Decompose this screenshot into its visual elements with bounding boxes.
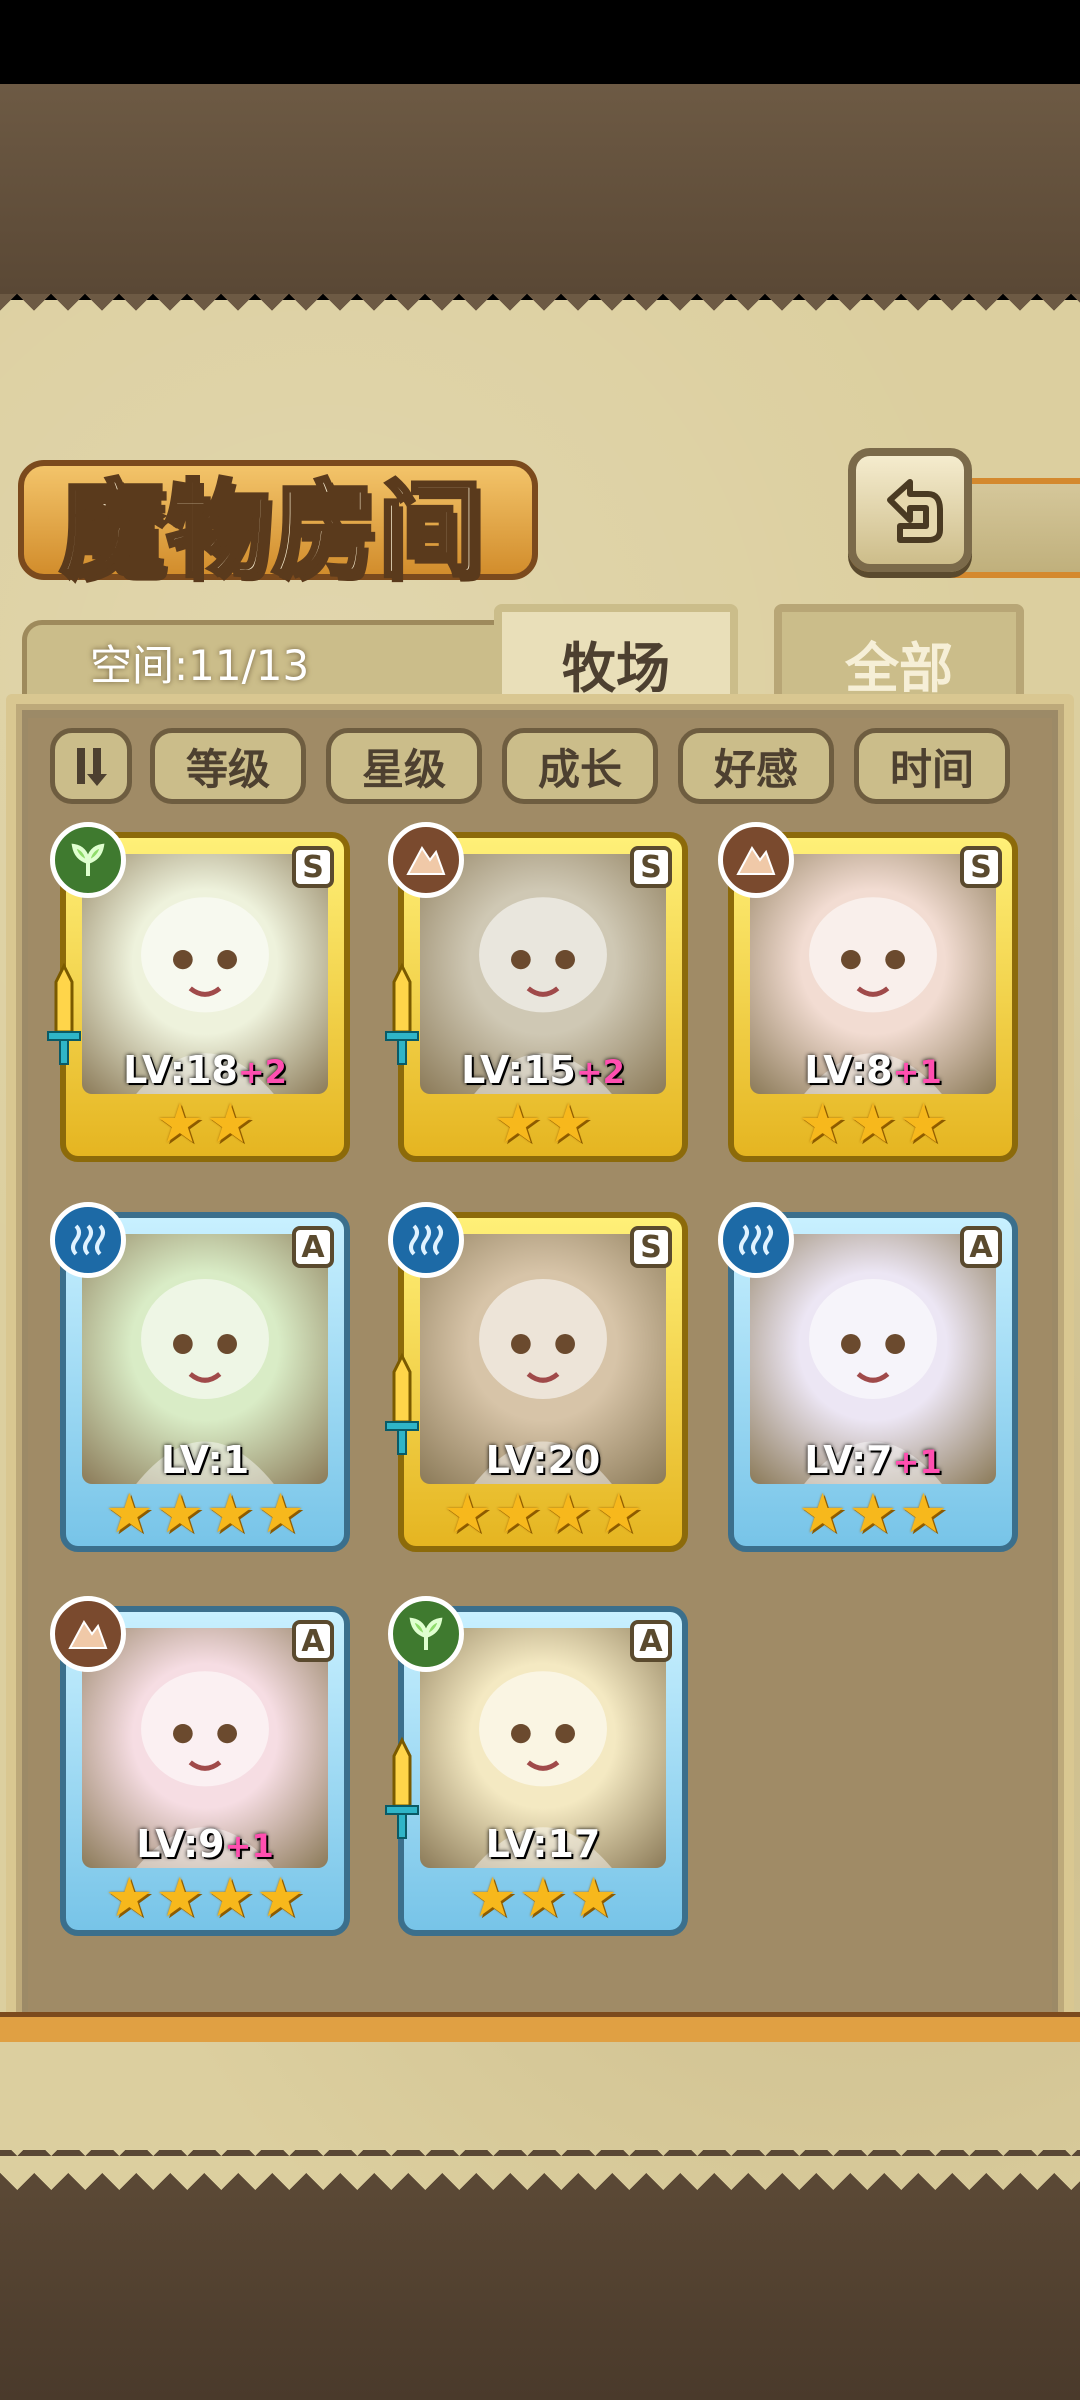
screen: 魔物房间 空间:11/13 牧场 全部 等级 星级 成长 好感 时间 S LV:1… [0,0,1080,2400]
water-element-icon [718,1202,794,1278]
star-icon: ★ [105,1866,154,1929]
level-text: LV:9 [136,1822,225,1866]
level-bonus: +2 [575,1053,625,1091]
rank-badge: A [630,1620,672,1662]
rank-badge: A [292,1620,334,1662]
star-icon: ★ [544,1092,593,1155]
star-icon: ★ [518,1866,568,1929]
star-rating: ★ ★ ★ [398,1868,688,1928]
sort-time-button[interactable]: 时间 [854,728,1010,804]
star-icon: ★ [569,1866,618,1929]
rank-badge: A [292,1226,334,1268]
sort-order-icon [77,748,107,786]
star-icon: ★ [798,1092,847,1155]
grass-element-icon [50,822,126,898]
monster-card[interactable]: S LV:18+2 ★ ★ [47,822,350,1162]
level-text: LV:1 [160,1438,250,1482]
rank-badge: S [960,846,1002,888]
star-icon: ★ [848,1092,898,1155]
sort-order-button[interactable] [50,728,132,804]
monster-level: LV:15+2 [398,1048,688,1092]
star-icon: ★ [443,1482,492,1545]
space-counter: 空间:11/13 [90,641,310,690]
monster-level: LV:9+1 [60,1822,350,1866]
rank-badge: S [292,846,334,888]
level-bonus: +1 [892,1053,942,1091]
star-icon: ★ [105,1482,154,1545]
water-element-icon [50,1202,126,1278]
monster-level: LV:20 [398,1438,688,1482]
sort-level-button[interactable]: 等级 [150,728,306,804]
level-bonus: +2 [237,1053,287,1091]
rank-badge: A [960,1226,1002,1268]
background-top [0,84,1080,294]
level-text: LV:17 [485,1822,601,1866]
back-arrow-icon [887,479,943,543]
level-text: LV:18 [123,1048,238,1092]
sort-affection-button[interactable]: 好感 [678,728,834,804]
background-bottom [0,2190,1080,2400]
rank-badge: S [630,1226,672,1268]
rock-element-icon [50,1596,126,1672]
star-icon: ★ [493,1092,542,1155]
star-icon: ★ [155,1092,204,1155]
monster-card[interactable]: A LV:7+1 ★ ★ ★ [718,1202,1018,1552]
monster-level: LV:8+1 [728,1048,1018,1092]
star-icon: ★ [206,1092,255,1155]
level-bonus: +1 [224,1827,274,1865]
panel-bottom-bar [0,2012,1080,2042]
grass-element-icon [388,1596,464,1672]
monster-card[interactable]: A LV:17 ★ ★ ★ [385,1596,688,1936]
monster-level: LV:1 [60,1438,350,1482]
star-icon: ★ [544,1482,593,1545]
zigzag-border-top [0,294,1080,328]
sort-growth-button[interactable]: 成长 [502,728,658,804]
star-icon: ★ [848,1482,898,1545]
monster-card[interactable]: S LV:15+2 ★ ★ [385,822,688,1162]
star-icon: ★ [594,1482,643,1545]
star-rating: ★ ★ ★ [728,1484,1018,1544]
level-text: LV:8 [804,1048,893,1092]
zigzag-border-bottom [0,2150,1080,2190]
level-bonus: +1 [892,1443,942,1481]
rock-element-icon [388,822,464,898]
star-icon: ★ [493,1482,542,1545]
sort-star-button[interactable]: 星级 [326,728,482,804]
monster-level: LV:18+2 [60,1048,350,1092]
back-button[interactable] [848,448,972,572]
level-text: LV:20 [485,1438,601,1482]
rank-badge: S [630,846,672,888]
star-icon: ★ [206,1866,255,1929]
level-text: LV:15 [461,1048,576,1092]
star-icon: ★ [155,1866,204,1929]
star-rating: ★ ★ [398,1094,688,1154]
monster-card[interactable]: S LV:20 ★ ★ ★ ★ [385,1202,688,1552]
monster-card[interactable]: A LV:1 ★ ★ ★ ★ [50,1202,350,1552]
status-bar [0,0,1080,84]
star-rating: ★ ★ ★ ★ [398,1484,688,1544]
star-icon: ★ [468,1866,517,1929]
page-title: 魔物房间 [58,466,485,593]
monster-level: LV:17 [398,1822,688,1866]
level-text: LV:7 [804,1438,893,1482]
star-icon: ★ [798,1482,847,1545]
star-rating: ★ ★ ★ ★ [60,1484,350,1544]
star-icon: ★ [155,1482,204,1545]
star-rating: ★ ★ ★ ★ [60,1868,350,1928]
star-icon: ★ [899,1092,948,1155]
star-icon: ★ [206,1482,255,1545]
star-rating: ★ ★ [60,1094,350,1154]
star-icon: ★ [256,1866,305,1929]
rock-element-icon [718,822,794,898]
star-icon: ★ [256,1482,305,1545]
water-element-icon [388,1202,464,1278]
monster-level: LV:7+1 [728,1438,1018,1482]
monster-card[interactable]: A LV:9+1 ★ ★ ★ ★ [50,1596,350,1936]
monster-card[interactable]: S LV:8+1 ★ ★ ★ [718,822,1018,1162]
star-icon: ★ [899,1482,948,1545]
star-rating: ★ ★ ★ [728,1094,1018,1154]
